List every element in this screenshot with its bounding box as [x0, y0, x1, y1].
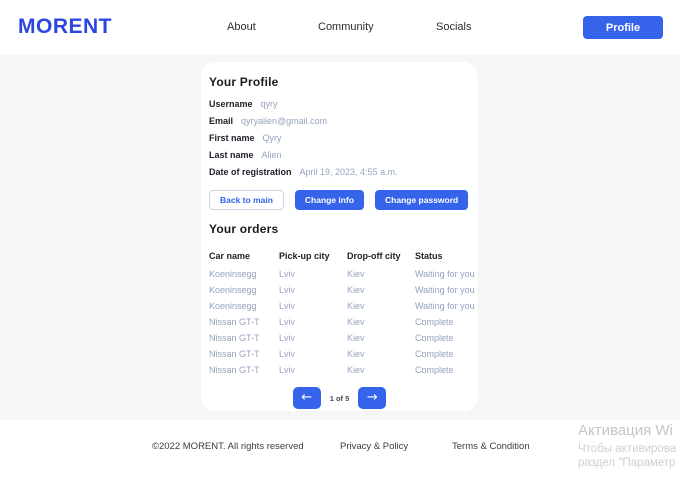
- cell-pickup-city: Lviv: [279, 333, 296, 343]
- table-row: Nissan GT-T Lviv Kiev Complete: [209, 330, 470, 346]
- cell-dropoff-city: Kiev: [347, 333, 365, 343]
- profile-actions: Back to main Change info Change password: [209, 190, 470, 210]
- table-row: Koeninsegg Lviv Kiev Waiting for you: [209, 298, 475, 314]
- arrow-right-icon: →: [366, 390, 378, 405]
- cell-status: Waiting for you: [415, 285, 475, 295]
- cell-car-name: Nissan GT-T: [209, 317, 260, 327]
- last-name-label: Last name: [209, 150, 254, 160]
- cell-dropoff-city: Kiev: [347, 269, 365, 279]
- windows-activation-watermark: Активация Wi Чтобы активирова раздел "Па…: [578, 422, 680, 469]
- profile-section-title: Your Profile: [209, 75, 279, 89]
- watermark-title: Активация Wi: [578, 422, 673, 439]
- cell-status: Complete: [415, 365, 454, 375]
- profile-field-first-name: First name Qyry: [209, 133, 470, 150]
- cell-status: Waiting for you: [415, 301, 475, 311]
- cell-status: Complete: [415, 333, 454, 343]
- main-content-area: Your Profile Username qyry Email qyryali…: [0, 55, 680, 420]
- cell-car-name: Nissan GT-T: [209, 333, 260, 343]
- next-page-button[interactable]: →: [358, 387, 387, 409]
- cell-dropoff-city: Kiev: [347, 301, 365, 311]
- col-header-status: Status: [415, 251, 443, 261]
- cell-pickup-city: Lviv: [279, 365, 296, 375]
- username-label: Username: [209, 99, 253, 109]
- first-name-label: First name: [209, 133, 255, 143]
- back-to-main-button[interactable]: Back to main: [209, 190, 284, 210]
- arrow-left-icon: ←: [301, 390, 313, 405]
- table-row: Nissan GT-T Lviv Kiev Complete: [209, 346, 470, 362]
- profile-field-username: Username qyry: [209, 99, 470, 116]
- cell-car-name: Nissan GT-T: [209, 365, 260, 375]
- cell-pickup-city: Lviv: [279, 317, 296, 327]
- cell-status: Complete: [415, 317, 454, 327]
- cell-pickup-city: Lviv: [279, 349, 296, 359]
- orders-table-header: Car name Pick-up city Drop-off city Stat…: [209, 248, 470, 264]
- profile-field-email: Email qyryalien@gmail.com: [209, 116, 470, 133]
- profile-card: Your Profile Username qyry Email qyryali…: [201, 62, 478, 411]
- registration-date-label: Date of registration: [209, 167, 292, 177]
- cell-dropoff-city: Kiev: [347, 349, 365, 359]
- cell-dropoff-city: Kiev: [347, 285, 365, 295]
- table-row: Nissan GT-T Lviv Kiev Complete: [209, 362, 470, 378]
- cell-pickup-city: Lviv: [279, 301, 296, 311]
- pagination: ← 1 of 5 →: [209, 387, 470, 409]
- email-label: Email: [209, 116, 234, 126]
- change-password-button[interactable]: Change password: [375, 190, 469, 210]
- cell-car-name: Nissan GT-T: [209, 349, 260, 359]
- brand-logo[interactable]: MORENT: [18, 15, 112, 39]
- page-indicator: 1 of 5: [329, 393, 350, 403]
- cell-car-name: Koeninsegg: [209, 269, 257, 279]
- col-header-pickup-city: Pick-up city: [279, 251, 330, 261]
- profile-field-registration-date: Date of registration April 19, 2023, 4:5…: [209, 167, 470, 184]
- nav-item-community[interactable]: Community: [318, 21, 374, 33]
- cell-dropoff-city: Kiev: [347, 317, 365, 327]
- header: MORENT About Community Socials Profile: [0, 0, 680, 55]
- footer-copyright: ©2022 MORENT. All rights reserved: [152, 441, 304, 452]
- watermark-subtitle-1: Чтобы активирова: [578, 443, 677, 455]
- orders-section-title: Your orders: [209, 222, 279, 236]
- first-name-value: Qyry: [262, 133, 282, 143]
- prev-page-button[interactable]: ←: [292, 387, 321, 409]
- cell-car-name: Koeninsegg: [209, 301, 257, 311]
- footer-link-terms[interactable]: Terms & Condition: [452, 441, 530, 452]
- orders-table: Car name Pick-up city Drop-off city Stat…: [209, 248, 475, 378]
- nav-item-socials[interactable]: Socials: [436, 21, 471, 33]
- table-row: Koeninsegg Lviv Kiev Waiting for you: [209, 266, 475, 282]
- username-value: qyry: [260, 99, 278, 109]
- registration-date-value: April 19, 2023, 4:55 a.m.: [299, 167, 398, 177]
- profile-field-last-name: Last name Alien: [209, 150, 470, 167]
- cell-status: Waiting for you: [415, 269, 475, 279]
- col-header-dropoff-city: Drop-off city: [347, 251, 401, 261]
- cell-status: Complete: [415, 349, 454, 359]
- footer-link-privacy[interactable]: Privacy & Policy: [340, 441, 408, 452]
- cell-pickup-city: Lviv: [279, 285, 296, 295]
- col-header-car-name: Car name: [209, 251, 251, 261]
- cell-car-name: Koeninsegg: [209, 285, 257, 295]
- table-row: Koeninsegg Lviv Kiev Waiting for you: [209, 282, 475, 298]
- profile-button[interactable]: Profile: [583, 16, 663, 39]
- last-name-value: Alien: [261, 150, 282, 160]
- nav-item-about[interactable]: About: [227, 21, 256, 33]
- change-info-button[interactable]: Change info: [294, 190, 365, 210]
- email-value: qyryalien@gmail.com: [241, 116, 328, 126]
- watermark-subtitle-2: раздел "Параметр: [578, 457, 676, 469]
- cell-pickup-city: Lviv: [279, 269, 296, 279]
- table-row: Nissan GT-T Lviv Kiev Complete: [209, 314, 470, 330]
- cell-dropoff-city: Kiev: [347, 365, 365, 375]
